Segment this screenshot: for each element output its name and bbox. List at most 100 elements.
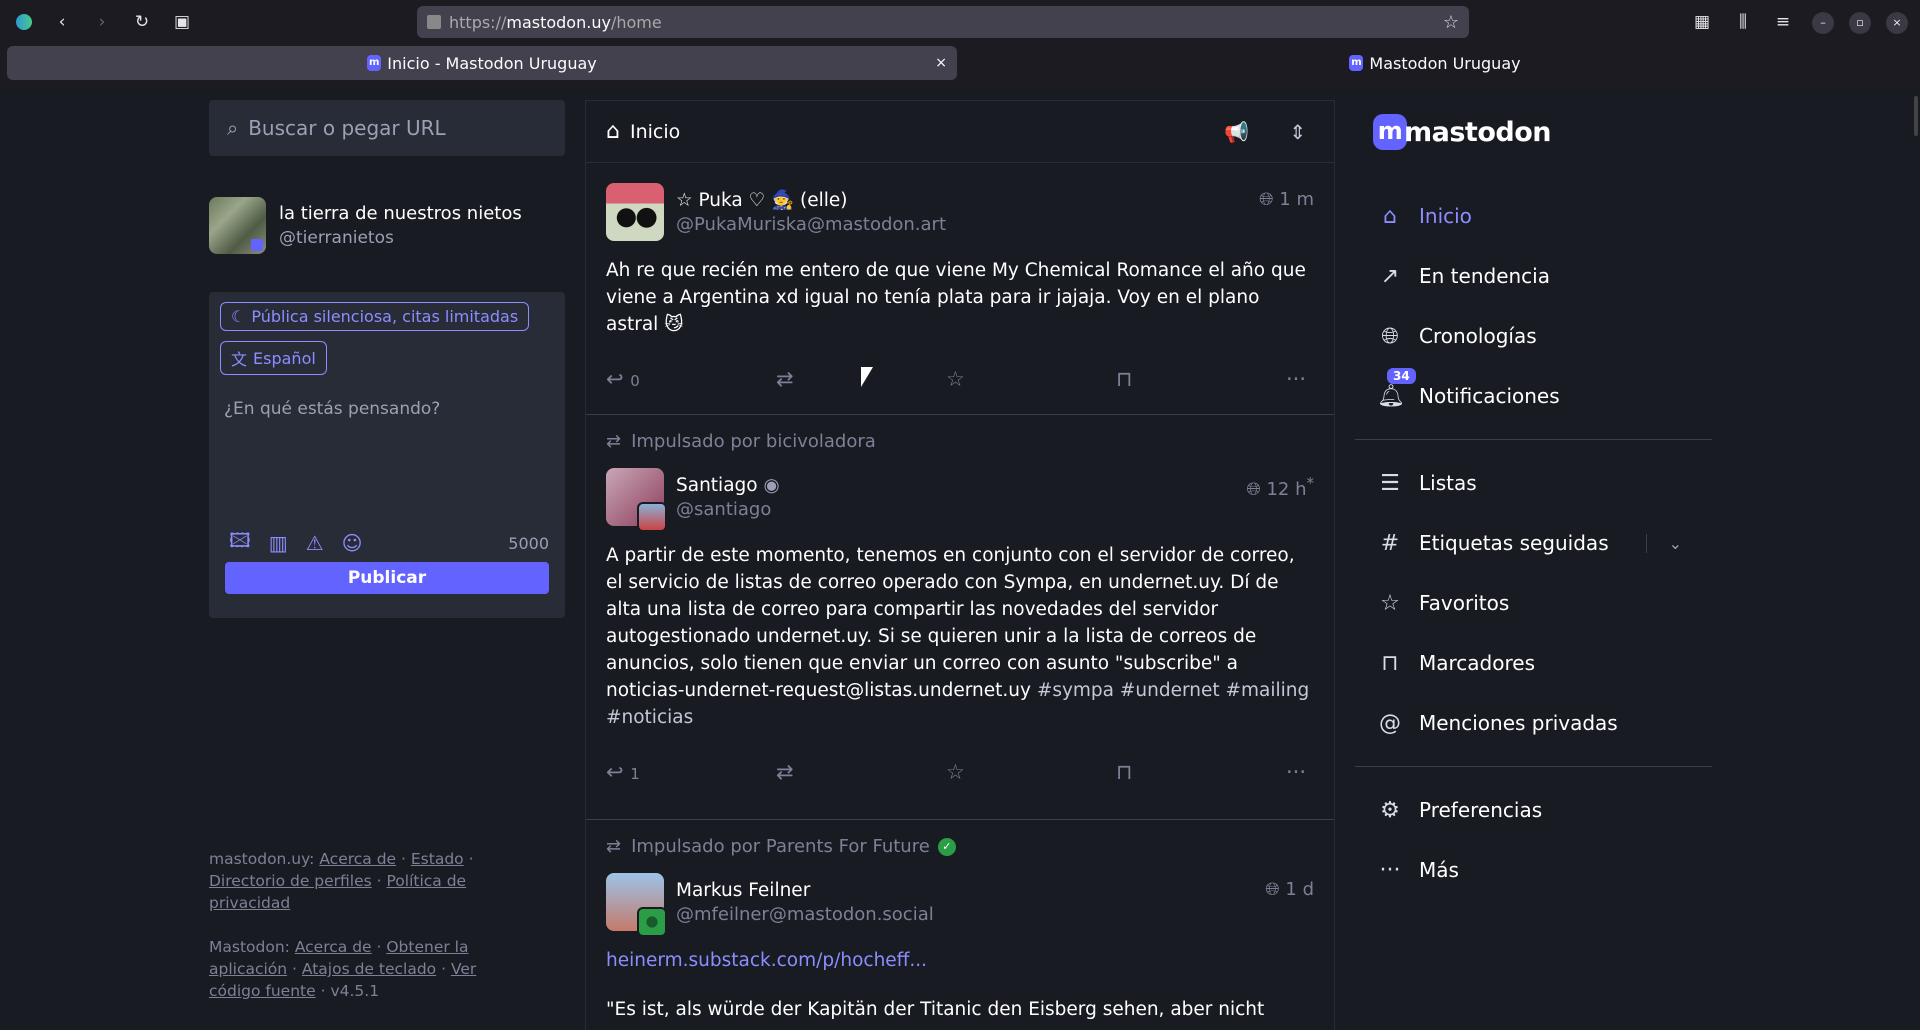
language-button[interactable]: 文 Español (220, 341, 327, 375)
tab-close-icon[interactable]: × (935, 55, 947, 71)
boosted-by[interactable]: Impulsado por bicivoladora (631, 431, 876, 452)
search-icon: ⌕ (227, 116, 239, 140)
bookmark-button[interactable]: ⊓ (1116, 367, 1132, 391)
nav-item-bookmarks[interactable]: ⊓ Marcadores (1355, 633, 1712, 693)
link-status[interactable]: Estado (411, 850, 464, 868)
url-scheme: https:// (449, 12, 507, 32)
nav-item-favourites[interactable]: ☆ Favoritos (1355, 573, 1712, 633)
emoji-icon[interactable]: ☺ (342, 531, 363, 555)
timestamp[interactable]: 🌐︎ 1 d (1265, 879, 1314, 900)
status[interactable]: ⇄ Impulsado por bicivoladora Santiago ◉ @… (586, 415, 1334, 820)
mastodon-logo[interactable]: m mastodon (1373, 108, 1712, 156)
edited-marker[interactable]: * (1307, 474, 1315, 492)
nav-item-timelines[interactable]: 🌐︎ Cronologías (1355, 306, 1712, 366)
avatar[interactable] (209, 196, 266, 254)
boost-button[interactable]: ⇄ (776, 760, 794, 784)
favourite-button[interactable]: ☆ (946, 760, 965, 784)
tab-inicio[interactable]: m Inicio - Mastodon Uruguay × (7, 46, 957, 80)
boost-prepend: ⇄ Impulsado por Parents For Future ✓ (606, 836, 1314, 857)
forward-icon[interactable]: › (92, 12, 112, 32)
mastodon-favicon-icon: m (367, 55, 382, 71)
nav-item-inicio[interactable]: ⌂ Inicio (1355, 186, 1712, 246)
divider (1355, 766, 1712, 767)
timestamp[interactable]: 🌐︎ 1 m (1259, 189, 1314, 210)
maximize-button[interactable]: ▫ (1849, 12, 1871, 34)
display-name[interactable]: Markus Feilner (676, 880, 934, 901)
column-title[interactable]: Inicio (630, 121, 680, 143)
browser-logo-icon (14, 12, 34, 32)
reader-icon[interactable]: ▣ (172, 12, 192, 32)
favourite-button[interactable]: ☆ (946, 367, 965, 391)
home-column: ⌂ Inicio 📢 ⇕ ☆ Puka ♡ 🧙 (elle) @PukaMuris… (585, 100, 1335, 1030)
tab-mastodon-uruguay[interactable]: m Mastodon Uruguay (960, 46, 1910, 80)
logo-text: mastodon (1404, 116, 1551, 148)
nav-item-notifications[interactable]: 🔔︎ 34 Notificaciones (1355, 366, 1712, 426)
status-content: A partir de este momento, tenemos en con… (606, 542, 1314, 731)
timestamp[interactable]: 🌐︎ 12 h* (1246, 474, 1314, 500)
bookmark-star-icon[interactable]: ☆ (1443, 12, 1459, 33)
scrollbar[interactable] (1910, 86, 1920, 1030)
nav-item-preferences[interactable]: ⚙ Preferencias (1355, 780, 1712, 840)
link-shortcuts[interactable]: Atajos de teclado (302, 960, 436, 978)
reload-icon[interactable]: ↻ (132, 12, 152, 32)
more-button[interactable]: ··· (1286, 760, 1306, 784)
globe-icon: 🌐︎ (1246, 479, 1261, 500)
status[interactable]: ⇄ Impulsado por Parents For Future ✓ Marku… (586, 820, 1334, 1023)
boosted-by[interactable]: Impulsado por Parents For Future (631, 836, 930, 857)
more-button[interactable]: ··· (1286, 367, 1306, 391)
avatar[interactable] (606, 183, 664, 241)
status[interactable]: ☆ Puka ♡ 🧙 (elle) @PukaMuriska@mastodon.… (586, 163, 1334, 415)
reply-button[interactable]: ↩ 1 (606, 760, 640, 784)
avatar[interactable] (606, 468, 667, 532)
back-icon[interactable]: ‹ (52, 12, 72, 32)
site-info-icon[interactable] (427, 15, 441, 29)
nav-item-more[interactable]: ··· Más (1355, 840, 1712, 900)
search-input[interactable]: ⌕ Buscar o pegar URL (209, 100, 565, 156)
account-handle[interactable]: @santiago (676, 499, 780, 520)
display-name[interactable]: ☆ Puka ♡ 🧙 (elle) (676, 189, 946, 211)
nav-label: Preferencias (1419, 798, 1543, 822)
link-about[interactable]: Acerca de (319, 850, 396, 868)
bookmark-button[interactable]: ⊓ (1116, 760, 1132, 784)
media-icon[interactable]: 🖾 (229, 526, 251, 560)
url-bar[interactable]: https://mastodon.uy/home ☆ (417, 6, 1469, 38)
link-directory[interactable]: Directorio de perfiles (209, 872, 372, 890)
visibility-button[interactable]: ☾ Pública silenciosa, citas limitadas (220, 302, 530, 331)
nav-item-trending[interactable]: ↗ En tendencia (1355, 246, 1712, 306)
extensions-icon[interactable]: ▦ (1692, 12, 1712, 32)
account-handle[interactable]: @PukaMuriska@mastodon.art (676, 214, 946, 235)
search-placeholder: Buscar o pegar URL (248, 116, 446, 140)
poll-icon[interactable]: ▥ (269, 531, 288, 555)
trending-icon: ↗ (1380, 263, 1400, 289)
time-label: 1 d (1285, 879, 1314, 900)
reply-count: 0 (630, 372, 640, 390)
menu-icon[interactable]: ≡ (1773, 12, 1793, 32)
url-host: mastodon.uy (506, 12, 611, 32)
warning-icon[interactable]: ⚠ (306, 531, 324, 555)
boost-button[interactable]: ⇄ (776, 367, 794, 391)
status-link[interactable]: heinerm.substack.com/p/hocheff... (606, 947, 1314, 974)
chevron-down-icon[interactable]: ⌄ (1645, 533, 1682, 553)
announcements-icon[interactable]: 📢 (1224, 120, 1249, 144)
nav-item-followed-tags[interactable]: # Etiquetas seguidas ⌄ (1355, 513, 1712, 573)
current-account[interactable]: la tierra de nuestros nietos @tierraniet… (209, 196, 565, 254)
compose-form: ☾ Pública silenciosa, citas limitadas 文 Es… (209, 292, 565, 618)
visibility-label: Pública silenciosa, citas limitadas (251, 307, 519, 326)
account-handle[interactable]: @mfeilner@mastodon.social (676, 904, 934, 925)
reply-button[interactable]: ↩ 0 (606, 367, 640, 391)
library-icon[interactable]: ⫼ (1733, 12, 1753, 32)
minimize-button[interactable]: – (1812, 12, 1834, 34)
column-settings-icon[interactable]: ⇕ (1289, 120, 1306, 144)
compose-textarea[interactable]: ¿En qué estás pensando? (224, 399, 549, 419)
left-column: ⌕ Buscar o pegar URL la tierra de nuestr… (209, 100, 565, 618)
nav-item-private-mentions[interactable]: @ Menciones privadas (1355, 693, 1712, 753)
avatar[interactable] (606, 873, 667, 937)
nav-label: Inicio (1419, 204, 1472, 228)
home-icon: ⌂ (1383, 203, 1397, 229)
close-window-button[interactable]: × (1886, 12, 1908, 34)
publish-button[interactable]: Publicar (225, 562, 549, 594)
link-mastodon-about[interactable]: Acerca de (295, 938, 372, 956)
display-name[interactable]: Santiago ◉ (676, 475, 780, 496)
nav-item-lists[interactable]: ☰ Listas (1355, 453, 1712, 513)
status-text: A partir de este momento, tenemos en con… (606, 545, 1295, 701)
